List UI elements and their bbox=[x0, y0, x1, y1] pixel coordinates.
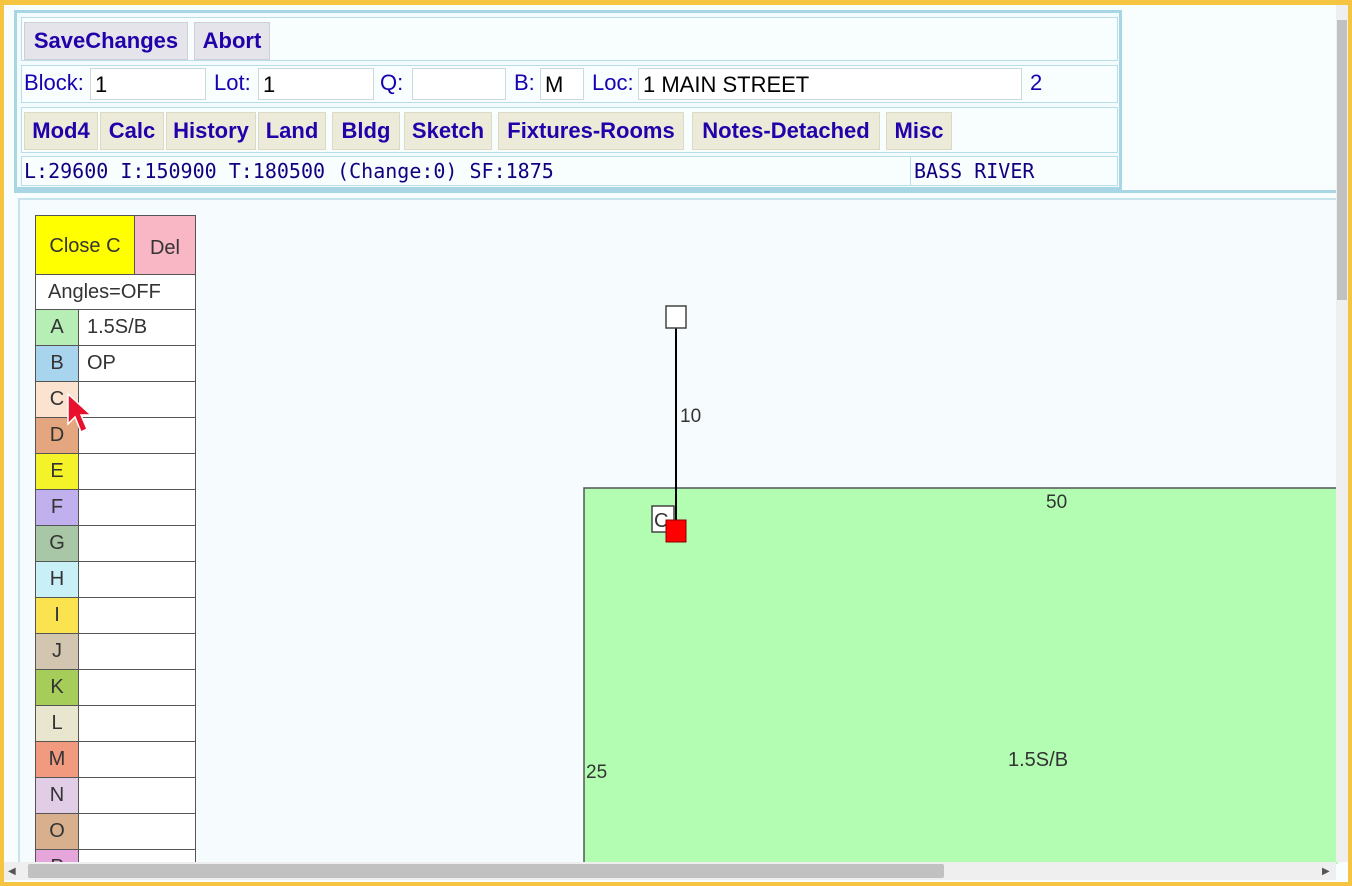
qualifier-label: Q: bbox=[380, 70, 404, 95]
tax-district: BASS RIVER bbox=[914, 159, 1035, 183]
sketch-canvas[interactable]: C 50 25 10 1.5S/B bbox=[20, 200, 1338, 864]
tab-fixtures-rooms[interactable]: Fixtures-Rooms bbox=[498, 112, 684, 150]
value-summary-row: L:29600 I:150900 T:180500 (Change:0) SF:… bbox=[21, 156, 1118, 186]
assessment-summary: L:29600 I:150900 T:180500 (Change:0) SF:… bbox=[22, 157, 911, 185]
area-a-polygon[interactable] bbox=[583, 487, 1338, 864]
mouse-cursor-icon bbox=[67, 392, 93, 434]
building-input[interactable]: M bbox=[540, 68, 584, 100]
dim-label-top: 50 bbox=[1046, 492, 1067, 513]
block-label: Block: bbox=[24, 70, 84, 95]
location-label: Loc: bbox=[592, 70, 634, 95]
building-label: B: bbox=[514, 70, 535, 95]
vertical-scrollbar-thumb[interactable] bbox=[1337, 20, 1347, 300]
dim-label-line: 10 bbox=[680, 406, 701, 427]
tab-land[interactable]: Land bbox=[258, 112, 326, 150]
horizontal-scrollbar-thumb[interactable] bbox=[28, 864, 944, 878]
tab-misc[interactable]: Misc bbox=[886, 112, 952, 150]
start-node[interactable] bbox=[665, 305, 687, 329]
divider bbox=[14, 190, 1336, 193]
tab-sketch[interactable]: Sketch bbox=[404, 112, 492, 150]
scroll-left-arrow-icon[interactable]: ◀ bbox=[8, 866, 16, 877]
sketch-workspace[interactable]: Close C Del Angles=OFF A 1.5S/B B OP C D E F G H I… bbox=[18, 198, 1338, 864]
tab-notes-detached[interactable]: Notes-Detached bbox=[692, 112, 880, 150]
tab-bldg[interactable]: Bldg bbox=[332, 112, 400, 150]
card-number: 2 bbox=[1030, 70, 1043, 95]
tab-history[interactable]: History bbox=[166, 112, 256, 150]
dim-label-left: 25 bbox=[586, 762, 607, 783]
property-header-panel: SaveChanges Abort Block: 1 Lot: 1 Q: B: … bbox=[14, 10, 1122, 190]
block-input[interactable]: 1 bbox=[90, 68, 206, 100]
active-vertex-node[interactable] bbox=[665, 519, 687, 543]
lot-label: Lot: bbox=[214, 70, 251, 95]
action-toolbar: SaveChanges Abort bbox=[21, 17, 1118, 61]
qualifier-input[interactable] bbox=[412, 68, 506, 100]
location-input[interactable]: 1 MAIN STREET bbox=[638, 68, 1022, 100]
abort-button[interactable]: Abort bbox=[194, 22, 270, 60]
parcel-fields-row: Block: 1 Lot: 1 Q: B: M Loc: 1 MAIN STRE… bbox=[21, 65, 1118, 103]
lot-input[interactable]: 1 bbox=[258, 68, 374, 100]
module-nav: Mod4 Calc History Land Bldg Sketch Fixtu… bbox=[21, 107, 1118, 153]
tab-mod4[interactable]: Mod4 bbox=[24, 112, 98, 150]
area-label: 1.5S/B bbox=[1008, 749, 1068, 771]
tab-calc[interactable]: Calc bbox=[100, 112, 164, 150]
scroll-right-arrow-icon[interactable]: ▶ bbox=[1322, 866, 1330, 877]
save-changes-button[interactable]: SaveChanges bbox=[24, 22, 188, 60]
